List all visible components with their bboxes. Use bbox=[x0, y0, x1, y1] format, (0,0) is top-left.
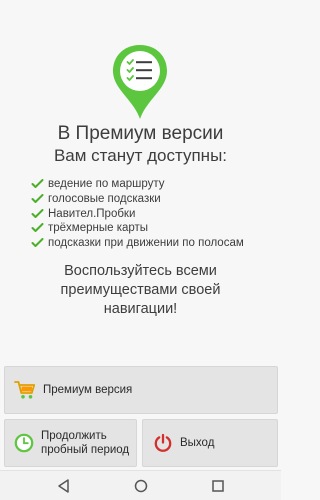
continue-trial-label-line-1: Продолжить bbox=[41, 430, 107, 442]
feature-item: Навител.Пробки bbox=[31, 206, 244, 221]
system-navigation-bar bbox=[0, 470, 281, 500]
premium-version-label: Премиум версия bbox=[43, 384, 133, 396]
feature-item: подсказки при движении по полосам bbox=[31, 236, 244, 251]
power-icon bbox=[154, 433, 172, 452]
feature-list: ведение по маршруту голосовые подсказки … bbox=[31, 177, 244, 250]
checkmark-icon bbox=[31, 194, 44, 204]
shopping-cart-icon bbox=[14, 381, 36, 399]
heading-line-1: В Премиум версии bbox=[57, 123, 224, 144]
premium-heading: В Премиум версии Вам станут доступны: bbox=[0, 122, 281, 167]
checkmark-icon bbox=[31, 238, 44, 248]
feature-label: подсказки при движении по полосам bbox=[48, 237, 244, 250]
continue-trial-label: Продолжить пробный период bbox=[41, 429, 129, 457]
map-pin-checklist-icon bbox=[111, 43, 169, 121]
heading-line-2: Вам станут доступны: bbox=[53, 146, 228, 165]
checkmark-icon bbox=[31, 208, 44, 218]
cta-text: Воспользуйтесь всеми преимуществами свое… bbox=[0, 262, 281, 319]
recent-square-icon[interactable] bbox=[208, 478, 228, 494]
checkmark-icon bbox=[31, 223, 44, 233]
feature-item: трёхмерные карты bbox=[31, 221, 244, 236]
premium-upsell-screen: В Премиум версии Вам станут доступны: ве… bbox=[0, 0, 281, 500]
home-circle-icon[interactable] bbox=[131, 478, 151, 494]
feature-label: Навител.Пробки bbox=[48, 207, 136, 220]
cta-line-3: навигации! bbox=[103, 301, 178, 317]
continue-trial-button[interactable]: Продолжить пробный период bbox=[4, 419, 137, 467]
cta-line-1: Воспользуйтесь всеми bbox=[64, 263, 217, 279]
feature-item: голосовые подсказки bbox=[31, 192, 244, 207]
back-triangle-icon[interactable] bbox=[54, 478, 74, 494]
feature-label: трёхмерные карты bbox=[48, 222, 149, 235]
checkmark-icon bbox=[31, 179, 44, 189]
clock-icon bbox=[14, 433, 34, 453]
cta-line-2: преимуществами своей bbox=[60, 282, 221, 298]
feature-label: голосовые подсказки bbox=[48, 193, 161, 206]
exit-button[interactable]: Выход bbox=[142, 419, 278, 467]
exit-label: Выход bbox=[180, 437, 215, 449]
feature-label: ведение по маршруту bbox=[48, 178, 165, 191]
continue-trial-label-line-2: пробный период bbox=[41, 444, 130, 456]
premium-version-button[interactable]: Премиум версия bbox=[4, 366, 278, 414]
feature-item: ведение по маршруту bbox=[31, 177, 244, 192]
